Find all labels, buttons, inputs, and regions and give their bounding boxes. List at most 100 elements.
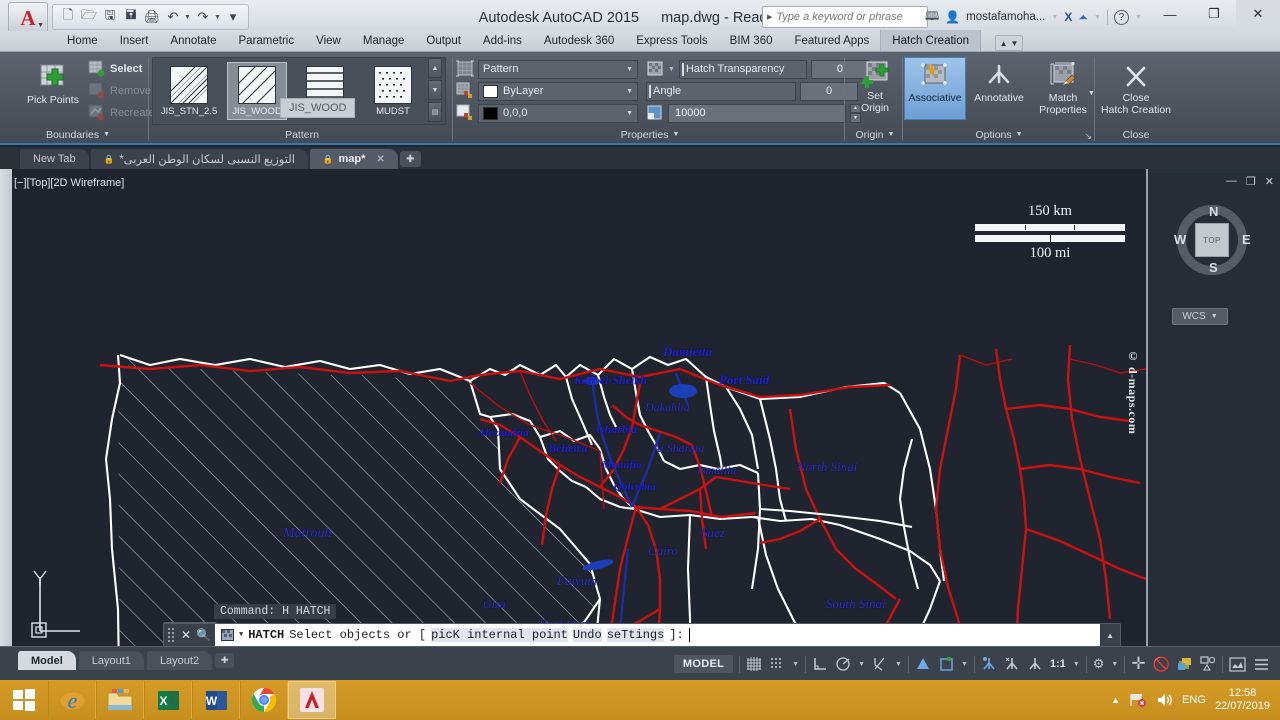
doc-tab-close-icon[interactable]: ✕ [376, 154, 384, 165]
annotation-scale-dropdown-icon[interactable]: ▼ [1073, 661, 1080, 668]
taskbar-file-explorer[interactable] [96, 681, 144, 719]
ribbon-tab-featured-apps[interactable]: Featured Apps [783, 30, 880, 51]
customization-plus-icon[interactable]: ✛ [1131, 654, 1145, 674]
osnap-dropdown-icon[interactable]: ▼ [895, 661, 902, 668]
application-menu-button[interactable]: A ▼ [8, 2, 48, 34]
pattern-gallery-scroll[interactable]: ▲ ▼ ▤ [428, 58, 442, 122]
search-dropdown-icon[interactable]: ▶ [767, 13, 772, 21]
ribbon-tab-annotate[interactable]: Annotate [159, 30, 227, 51]
plot-icon[interactable]: 🖨 [142, 7, 162, 27]
drawing-canvas[interactable]: [−][Top][2D Wireframe] Damietta Port Sai… [0, 169, 1280, 646]
ribbon-minimize-button[interactable]: ▲ ▼ [995, 35, 1024, 51]
background-color-dropdown-icon[interactable]: ▼ [626, 110, 633, 117]
ribbon-tab-express-tools[interactable]: Express Tools [625, 30, 718, 51]
snap-dropdown-icon[interactable]: ▼ [792, 661, 799, 668]
annotation-monitor-icon[interactable] [1027, 656, 1043, 672]
volume-icon[interactable] [1156, 692, 1173, 708]
ribbon-tab-manage[interactable]: Manage [352, 30, 416, 51]
a360-dropdown-icon[interactable]: ▼ [1094, 14, 1101, 21]
layout-tab-model[interactable]: Model [18, 651, 76, 670]
ortho-mode-icon[interactable] [812, 656, 828, 672]
new-document-tab-button[interactable]: ✚ [399, 151, 421, 167]
command-search-icon[interactable]: 🔍 [196, 628, 211, 642]
taskbar-chrome[interactable] [240, 681, 288, 719]
undo-icon[interactable]: ↶ [163, 7, 183, 27]
open-icon[interactable]: 🗁 [79, 7, 99, 27]
hatch-scale-value[interactable]: 10000 [668, 103, 846, 123]
infocenter-search[interactable]: ▶ [762, 6, 928, 28]
snap-mode-icon[interactable] [769, 656, 785, 672]
save-icon[interactable]: 🖫 [100, 7, 120, 27]
ribbon-tab-bar[interactable]: Home Insert Annotate Parametric View Man… [0, 30, 1280, 52]
command-expand-icon[interactable]: ▲ [1106, 631, 1114, 640]
polar-tracking-icon[interactable] [835, 656, 851, 672]
system-tray[interactable]: ▲ ENG 12:58 22/07/2019 [1111, 680, 1280, 720]
layout-tab-layout1[interactable]: Layout1 [78, 651, 144, 670]
gallery-scroll-down-icon[interactable]: ▼ [428, 80, 442, 100]
options-expand-icon[interactable]: ▼ [1016, 131, 1023, 138]
ucs-dropdown-icon[interactable]: ▼ [961, 661, 968, 668]
panel-label-origin[interactable]: Origin ▼ [848, 125, 902, 144]
help-icon[interactable]: ? [1113, 9, 1129, 25]
taskbar-word[interactable]: W [192, 681, 240, 719]
layout-tab-layout2[interactable]: Layout2 [146, 651, 213, 670]
ribbon-tab-output[interactable]: Output [415, 30, 472, 51]
command-keyword-pick[interactable]: picK internal point [431, 628, 568, 642]
doc-tab-map[interactable]: 🔒 map* ✕ [309, 149, 398, 169]
redo-dropdown-icon[interactable]: ▼ [214, 14, 222, 21]
user-avatar-icon[interactable]: 👤 [945, 10, 960, 24]
osnap-tracking-icon[interactable] [915, 656, 931, 672]
new-layout-button[interactable]: ✚ [215, 653, 235, 668]
window-controls[interactable]: — ❐ ✕ [1148, 0, 1280, 28]
properties-expand-icon[interactable]: ▼ [672, 131, 679, 138]
close-button[interactable]: ✕ [1236, 0, 1280, 28]
save-as-icon[interactable]: 🖬 [121, 7, 141, 27]
network-icon[interactable] [1129, 692, 1147, 708]
search-binoculars-icon[interactable]: 🕮 [925, 7, 939, 28]
isolate-objects-icon[interactable]: 🚫 [1153, 656, 1170, 673]
ribbon-tab-autodesk360[interactable]: Autodesk 360 [533, 30, 625, 51]
ribbon-tab-hatch-creation[interactable]: Hatch Creation [880, 30, 982, 51]
wcs-dropdown-icon[interactable]: ▼ [1211, 313, 1218, 320]
ribbon-tab-home[interactable]: Home [56, 30, 109, 51]
coordinate-system-dropdown[interactable]: WCS ▼ [1172, 308, 1228, 325]
isolate-tools-icon[interactable] [1200, 656, 1216, 672]
autoscale-icon[interactable] [1004, 656, 1020, 672]
pane-restore-icon[interactable]: ❐ [1246, 175, 1256, 188]
command-keyword-settings[interactable]: seTtings [606, 628, 665, 642]
language-indicator[interactable]: ENG [1182, 694, 1206, 706]
viewcube-east-label[interactable]: E [1242, 232, 1251, 247]
command-line-grip[interactable] [167, 627, 176, 643]
annotative-button[interactable]: Annotative [968, 62, 1030, 105]
associative-button[interactable]: Associative [904, 62, 966, 105]
taskbar-autocad[interactable] [288, 681, 336, 719]
gallery-expand-icon[interactable]: ▤ [428, 102, 442, 122]
recreate-boundary-button[interactable]: Recreate [88, 104, 155, 121]
hardware-acceleration-icon[interactable] [1177, 656, 1193, 672]
undo-dropdown-icon[interactable]: ▼ [184, 14, 192, 21]
infocenter-toolbar[interactable]: 🕮 👤 mostafamoha... ▼ X ⏶ ▼ ? ▼ [925, 6, 1142, 28]
polar-dropdown-icon[interactable]: ▼ [858, 661, 865, 668]
pane-minimize-icon[interactable]: — [1226, 175, 1237, 188]
command-history-dropdown-icon[interactable]: ▼ [239, 631, 243, 639]
help-dropdown-icon[interactable]: ▼ [1135, 14, 1142, 21]
viewcube-west-label[interactable]: W [1174, 232, 1186, 247]
match-properties-button[interactable]: Match Properties [1030, 62, 1096, 116]
panel-label-options[interactable]: Options ▼ [904, 125, 1094, 144]
redo-icon[interactable]: ↷ [193, 7, 213, 27]
pick-points-button[interactable]: Pick Points [18, 62, 88, 107]
viewcube-south-label[interactable]: S [1209, 260, 1218, 275]
ribbon-tab-view[interactable]: View [305, 30, 352, 51]
background-color-combo[interactable]: 0,0,0 ▼ [478, 103, 638, 123]
set-origin-button[interactable]: Set Origin [851, 60, 899, 114]
tray-expand-icon[interactable]: ▲ [1111, 695, 1120, 705]
annotation-visibility-icon[interactable] [981, 656, 997, 672]
doc-tab-new-tab[interactable]: New Tab [20, 149, 89, 169]
clean-screen-icon[interactable] [1229, 656, 1246, 672]
hatch-type-dropdown-icon[interactable]: ▼ [626, 66, 633, 73]
dynamic-ucs-icon[interactable] [938, 656, 954, 672]
viewcube-top-face[interactable]: TOP [1195, 223, 1229, 257]
start-button[interactable] [0, 680, 48, 720]
pane-close-icon[interactable]: ✕ [1265, 175, 1274, 188]
view-cube[interactable]: TOP N S W E [1166, 194, 1258, 286]
